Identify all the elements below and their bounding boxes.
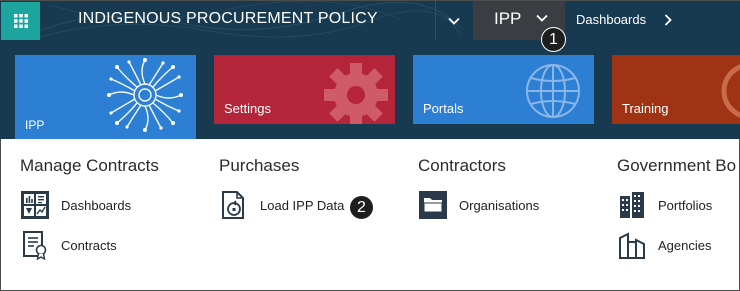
menu-item-label: Contracts	[61, 237, 117, 253]
tile-label: Training	[622, 101, 669, 116]
group-heading-purchases: Purchases	[219, 156, 300, 175]
callout-badge-2: 2	[349, 195, 374, 220]
menu-item-load-ipp-data[interactable]: Load IPP Data	[219, 190, 344, 220]
menu-item-label: Dashboards	[61, 197, 132, 213]
menu-item-contracts[interactable]: Contracts	[20, 230, 117, 260]
menu-item-dashboards[interactable]: Dashboards	[20, 190, 131, 220]
group-heading-manage-contracts: Manage Contracts	[20, 156, 159, 175]
group-heading-government-bodies: Government Bo	[617, 156, 737, 175]
chevron-right-icon[interactable]	[664, 14, 672, 26]
area-selector-label: IPP	[494, 9, 522, 28]
contract-icon	[20, 230, 50, 260]
agency-icon	[617, 230, 647, 260]
load-data-icon	[219, 190, 249, 220]
chevron-down-icon	[448, 17, 460, 25]
chevron-down-icon	[536, 14, 548, 22]
menu-item-label: Portfolios	[658, 197, 713, 213]
organisation-icon	[418, 190, 448, 220]
portfolio-icon	[617, 190, 647, 220]
app-launcher-button[interactable]	[1, 2, 40, 40]
menu-item-organisations[interactable]: Organisations	[418, 190, 539, 220]
gear-icon	[324, 63, 388, 124]
app-title: INDIGENOUS PROCUREMENT POLICY	[78, 10, 378, 27]
ipp-artwork-icon	[107, 58, 183, 132]
menu-item-agencies[interactable]: Agencies	[617, 230, 711, 260]
menu-item-portfolios[interactable]: Portfolios	[617, 190, 712, 220]
menu-item-label: Organisations	[459, 197, 540, 213]
app-menu-dropdown[interactable]	[435, 1, 473, 41]
training-icon	[721, 64, 740, 118]
callout-badge-1: 1	[541, 27, 566, 52]
globe-icon	[526, 64, 580, 118]
dashboard-icon	[20, 190, 50, 220]
breadcrumb-dashboards[interactable]: Dashboards	[576, 12, 646, 27]
top-navigation-bar: INDIGENOUS PROCUREMENT POLICY IPP Dashbo…	[0, 0, 740, 41]
tile-ipp[interactable]: IPP	[15, 55, 196, 139]
tile-label: Portals	[423, 101, 464, 116]
grid-icon	[13, 14, 28, 28]
menu-item-label: Agencies	[658, 237, 712, 253]
group-heading-contractors: Contractors	[418, 156, 506, 175]
tile-portals[interactable]: Portals	[413, 55, 594, 124]
area-tiles-band: IPP Settings Portals Training	[0, 40, 740, 139]
tile-training[interactable]: Training	[612, 55, 740, 124]
menu-item-label: Load IPP Data	[260, 197, 345, 213]
tile-label: Settings	[224, 101, 271, 116]
tile-label: IPP	[25, 118, 45, 132]
tile-settings[interactable]: Settings	[214, 55, 395, 124]
